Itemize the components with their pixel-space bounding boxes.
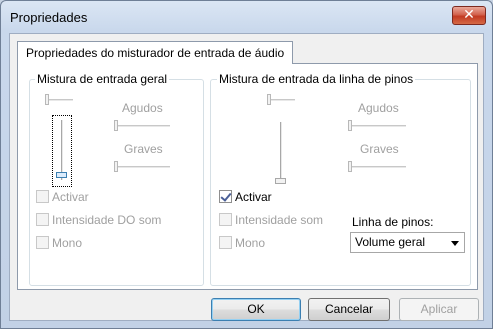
pin-volume-slider[interactable] xyxy=(275,122,287,187)
general-loudness-checkbox[interactable]: Intensidade DO som xyxy=(36,213,161,227)
tab-panel: Mistura de entrada geral Agudos Graves A… xyxy=(17,63,478,290)
general-activate-checkbox[interactable]: Activar xyxy=(36,190,89,204)
general-bass-label: Graves xyxy=(124,142,163,156)
pin-bass-label: Graves xyxy=(360,142,399,156)
general-bass-slider[interactable] xyxy=(114,161,170,173)
pin-bass-slider[interactable] xyxy=(348,161,406,173)
checkbox-box xyxy=(36,213,49,226)
pin-mono-label: Mono xyxy=(235,236,266,250)
checkbox-box xyxy=(36,190,49,203)
checkbox-box xyxy=(36,236,49,249)
general-volume-slider[interactable] xyxy=(56,120,68,182)
pin-loudness-label: Intensidade som xyxy=(235,213,324,227)
general-mono-checkbox[interactable]: Mono xyxy=(36,236,82,250)
pin-activate-label: Activar xyxy=(235,190,272,204)
pin-loudness-checkbox[interactable]: Intensidade som xyxy=(219,213,323,227)
general-input-mix-group: Mistura de entrada geral Agudos Graves A… xyxy=(29,72,204,286)
cancel-button[interactable]: Cancelar xyxy=(308,298,390,321)
pin-balance-slider[interactable] xyxy=(267,94,295,106)
general-balance-slider[interactable] xyxy=(45,94,73,106)
tab-audio-input-mixer-properties[interactable]: Propriedades do misturador de entrada de… xyxy=(17,41,294,64)
close-button[interactable]: ✕ xyxy=(452,6,486,25)
pin-line-input-mix-caption: Mistura de entrada da linha de pinos xyxy=(217,72,416,86)
ok-button[interactable]: OK xyxy=(211,298,301,321)
general-activate-label: Activar xyxy=(52,190,89,204)
general-input-mix-caption: Mistura de entrada geral xyxy=(35,72,170,86)
pin-line-selected-value: Volume geral xyxy=(355,235,426,249)
checkbox-box xyxy=(219,190,232,203)
window-title: Propriedades xyxy=(10,10,88,25)
properties-dialog: Propriedades ✕ Propriedades do misturado… xyxy=(0,0,493,329)
close-icon: ✕ xyxy=(463,7,475,23)
apply-button[interactable]: Aplicar xyxy=(399,298,479,321)
pin-treble-label: Agudos xyxy=(358,101,399,115)
general-mono-label: Mono xyxy=(52,236,83,250)
general-treble-slider[interactable] xyxy=(114,120,170,132)
pin-line-select[interactable]: Volume geral xyxy=(350,232,465,253)
checkbox-box xyxy=(219,236,232,249)
dialog-client-area: Propriedades do misturador de entrada de… xyxy=(9,33,484,321)
checkbox-box xyxy=(219,213,232,226)
pin-mono-checkbox[interactable]: Mono xyxy=(219,236,265,250)
pin-activate-checkbox[interactable]: Activar xyxy=(219,190,272,204)
pin-line-label: Linha de pinos: xyxy=(352,215,434,229)
chevron-down-icon xyxy=(451,241,459,246)
general-treble-label: Agudos xyxy=(122,101,163,115)
pin-treble-slider[interactable] xyxy=(348,120,406,132)
pin-line-input-mix-group: Mistura de entrada da linha de pinos Agu… xyxy=(210,72,471,286)
general-loudness-label: Intensidade DO som xyxy=(52,213,162,227)
title-bar[interactable]: Propriedades ✕ xyxy=(1,1,492,33)
